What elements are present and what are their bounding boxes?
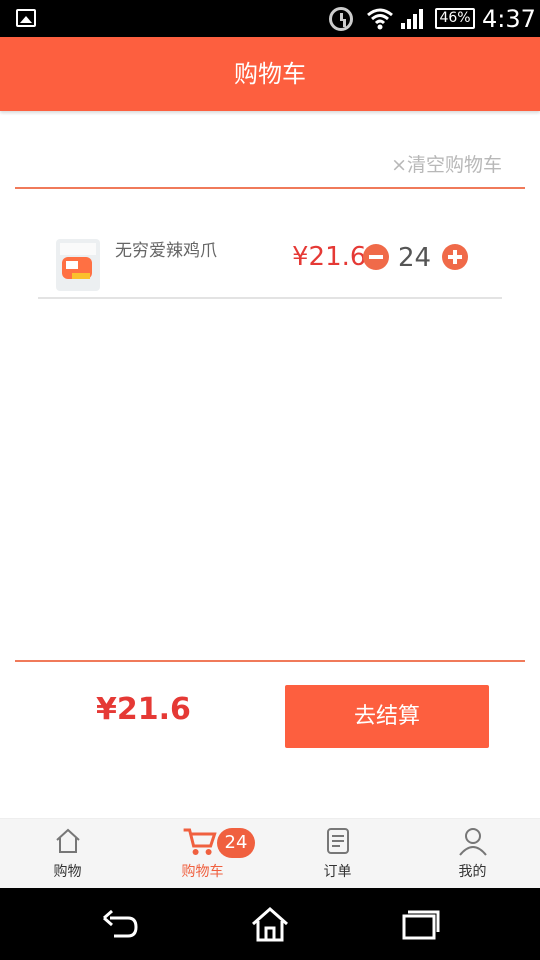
tab-label: 我的 xyxy=(458,864,487,880)
product-thumbnail[interactable] xyxy=(50,233,106,297)
battery-indicator: 46% xyxy=(435,8,475,29)
clock: 4:37 xyxy=(482,5,536,33)
tab-profile[interactable]: 我的 xyxy=(405,819,540,889)
alarm-icon xyxy=(329,7,353,31)
signal-icon xyxy=(401,9,423,29)
status-bar: 46% 4:37 xyxy=(0,0,540,37)
back-icon[interactable] xyxy=(100,906,140,942)
cart-item: 无穷爱辣鸡爪 ¥21.6 24 xyxy=(38,215,502,299)
increase-quantity-button[interactable] xyxy=(442,244,468,270)
clear-cart-button[interactable]: ×清空购物车 xyxy=(391,150,502,177)
decrease-quantity-button[interactable] xyxy=(363,244,389,270)
total-price: ¥21.6 xyxy=(96,692,191,727)
gallery-icon xyxy=(16,9,36,27)
tab-orders[interactable]: 订单 xyxy=(270,819,405,889)
quantity-value: 24 xyxy=(398,243,432,273)
user-icon xyxy=(458,828,487,856)
cart-count-badge: 24 xyxy=(217,828,255,858)
home-nav-icon[interactable] xyxy=(250,906,290,942)
header-bar: 购物车 xyxy=(0,37,540,111)
recent-apps-icon[interactable] xyxy=(400,906,440,942)
product-price: ¥21.6 xyxy=(292,242,367,272)
tab-shop[interactable]: 购物 xyxy=(0,819,135,889)
wifi-icon xyxy=(367,8,393,30)
divider xyxy=(15,187,525,189)
order-icon xyxy=(326,828,349,854)
checkout-button[interactable]: 去结算 xyxy=(285,685,489,748)
tab-label: 购物车 xyxy=(181,864,224,880)
cart-icon xyxy=(183,828,217,855)
tab-bar: 购物 购物车 24 订单 我的 xyxy=(0,818,540,888)
product-name: 无穷爱辣鸡爪 xyxy=(115,241,217,261)
divider xyxy=(15,660,525,662)
home-icon xyxy=(55,828,80,853)
system-nav-bar xyxy=(0,888,540,960)
page-title: 购物车 xyxy=(234,60,306,88)
tab-label: 订单 xyxy=(323,864,352,880)
tab-label: 购物 xyxy=(53,864,82,880)
